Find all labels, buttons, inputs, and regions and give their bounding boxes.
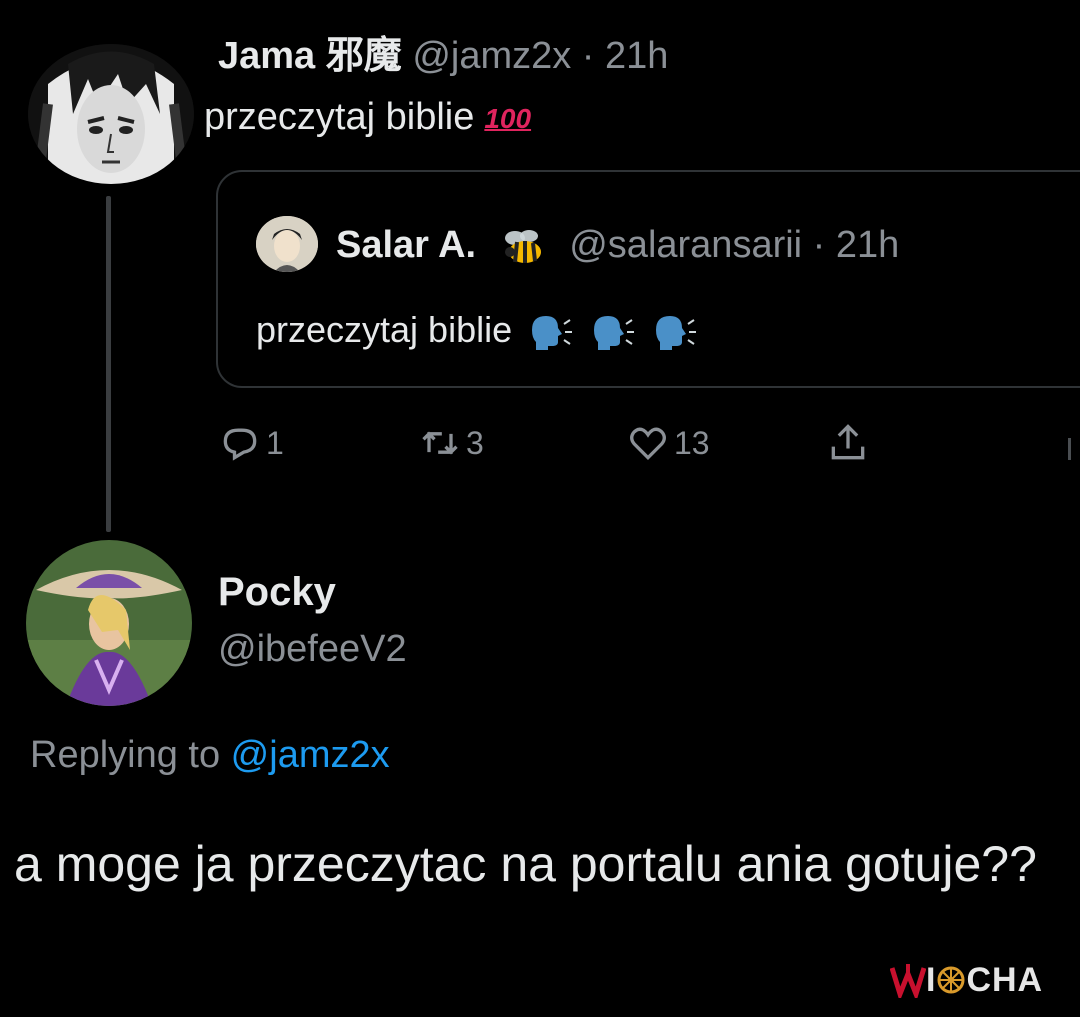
- avatar-jama-image: [28, 44, 194, 184]
- reply-author-name[interactable]: Pocky: [218, 566, 336, 618]
- reply-author-handle[interactable]: @ibefeeV2: [218, 624, 407, 674]
- avatar-jama[interactable]: [28, 44, 194, 184]
- avatar-pocky-image: [26, 540, 192, 706]
- original-author-handle-time[interactable]: @jamz2x · 21h: [412, 35, 668, 77]
- watermark-text-i: I: [926, 960, 937, 999]
- replying-to-prefix: Replying to: [30, 734, 231, 776]
- avatar-pocky[interactable]: [26, 540, 192, 706]
- like-icon: [630, 427, 666, 461]
- reply-icon: [223, 428, 257, 461]
- retweet-button[interactable]: 3: [418, 418, 484, 468]
- thread-line: [106, 196, 111, 532]
- share-button[interactable]: [826, 418, 874, 468]
- quoted-author-name[interactable]: Salar A.: [336, 224, 476, 266]
- wiocha-wheel-icon: [937, 966, 965, 994]
- reply-tweet-text: a moge ja przeczytac na portalu ania got…: [14, 836, 1037, 892]
- retweet-count: 3: [466, 424, 484, 461]
- original-tweet-header: Jama 邪魔 @jamz2x · 21h: [218, 30, 668, 82]
- quoted-tweet-text: przeczytaj biblie: [256, 309, 513, 350]
- original-tweet-text-line: przeczytaj biblie 100: [204, 92, 531, 144]
- 100-emoji-icon: 100: [484, 102, 532, 134]
- speaking-head-icon: [528, 312, 574, 352]
- reply-count: 1: [266, 424, 284, 461]
- watermark-text-cha: CHA: [966, 960, 1044, 999]
- quoted-tweet-text-line: przeczytaj biblie: [256, 306, 698, 354]
- wiocha-watermark: I CHA: [890, 954, 1043, 1006]
- speaking-head-icon: [652, 312, 698, 352]
- reply-button[interactable]: 1: [218, 418, 284, 468]
- more-options-edge: [1068, 438, 1071, 460]
- avatar-salar[interactable]: [256, 216, 318, 272]
- quoted-tweet-header: Salar A. @salaransarii · 21h: [336, 220, 899, 270]
- replying-to-line: Replying to @jamz2x: [30, 728, 390, 782]
- original-author-name[interactable]: Jama 邪魔: [218, 35, 402, 77]
- retweet-icon: [422, 431, 458, 455]
- speaking-head-icon: [590, 312, 636, 352]
- original-tweet-text: przeczytaj biblie: [204, 96, 475, 138]
- quoted-author-handle-time[interactable]: @salaransarii · 21h: [569, 224, 899, 266]
- replying-to-mention[interactable]: @jamz2x: [231, 734, 390, 776]
- like-count: 13: [674, 424, 710, 461]
- like-button[interactable]: 13: [626, 418, 710, 468]
- wiocha-logo-w-icon: [890, 964, 926, 998]
- quoted-tweet-card[interactable]: [216, 170, 1080, 388]
- bee-icon: [501, 228, 545, 266]
- share-icon: [831, 424, 865, 460]
- avatar-salar-image: [256, 216, 318, 272]
